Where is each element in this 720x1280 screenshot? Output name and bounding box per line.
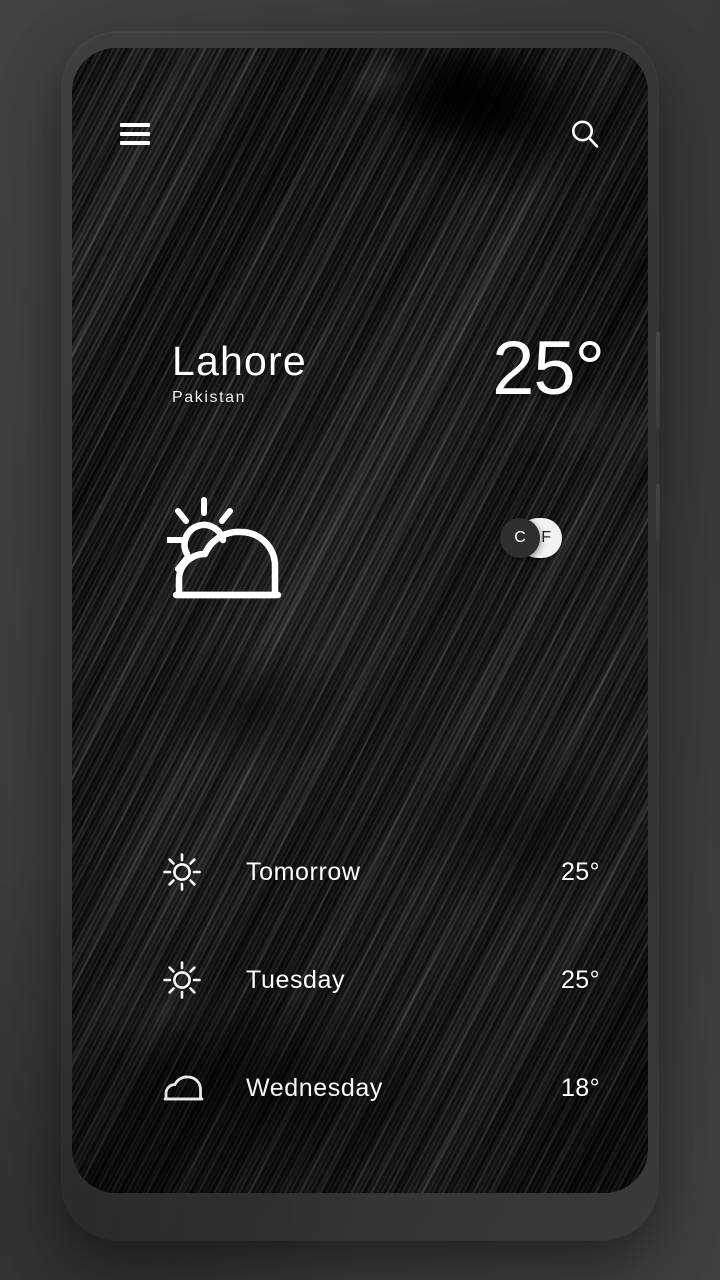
sun-icon: [162, 852, 214, 892]
top-app-bar: [72, 112, 648, 156]
forecast-row-wednesday[interactable]: Wednesday 18°: [162, 1034, 600, 1142]
forecast-day-label: Tomorrow: [246, 857, 361, 886]
hamburger-bar-1: [120, 123, 150, 127]
hamburger-bar-2: [120, 132, 150, 136]
forecast-day-label: Wednesday: [246, 1073, 383, 1102]
hamburger-bar-3: [120, 141, 150, 145]
unit-toggle-celsius-label: C: [514, 529, 526, 546]
phone-side-button-volume[interactable]: [656, 332, 660, 428]
sun-behind-cloud-icon: [165, 496, 295, 605]
weather-app-ui: Lahore Pakistan 25° F C Tomorrow 25° Tue…: [72, 48, 648, 1193]
country-name: Pakistan: [172, 389, 247, 406]
temperature-unit-toggle[interactable]: F C: [500, 518, 562, 558]
forecast-list: Tomorrow 25° Tuesday 25° Wednesday 18°: [72, 818, 648, 1142]
unit-toggle-celsius[interactable]: C: [500, 518, 540, 558]
phone-screen: Lahore Pakistan 25° F C Tomorrow 25° Tue…: [72, 48, 648, 1193]
page-background: Lahore Pakistan 25° F C Tomorrow 25° Tue…: [0, 0, 720, 1280]
city-name: Lahore: [172, 338, 307, 384]
forecast-day-label: Tuesday: [246, 965, 346, 994]
phone-device-frame: Lahore Pakistan 25° F C Tomorrow 25° Tue…: [62, 32, 660, 1240]
forecast-row-tomorrow[interactable]: Tomorrow 25°: [162, 818, 600, 926]
search-icon[interactable]: [568, 117, 602, 151]
current-conditions-header: Lahore Pakistan 25°: [72, 326, 648, 411]
location-block[interactable]: Lahore Pakistan: [172, 333, 307, 407]
phone-side-button-power[interactable]: [656, 484, 660, 540]
forecast-temperature: 25°: [560, 857, 600, 886]
current-temperature: 25°: [492, 326, 605, 411]
hamburger-menu-icon[interactable]: [120, 123, 150, 145]
sun-icon: [162, 960, 214, 1000]
forecast-temperature: 18°: [560, 1073, 600, 1102]
unit-toggle-fahrenheit-label: F: [541, 529, 551, 546]
forecast-temperature: 25°: [560, 965, 600, 994]
forecast-row-tuesday[interactable]: Tuesday 25°: [162, 926, 600, 1034]
cloud-icon: [162, 1072, 214, 1104]
